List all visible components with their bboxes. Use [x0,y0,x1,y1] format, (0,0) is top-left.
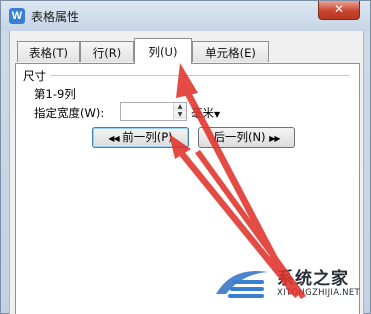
window-title: 表格属性 [31,10,80,24]
wps-writer-icon: W [9,8,25,24]
close-button[interactable]: ✕ [318,1,360,20]
close-icon: ✕ [333,2,345,16]
title-bar[interactable]: W 表格属性 ✕ [1,1,370,31]
width-spinbox[interactable]: ▲ ▼ [120,102,187,121]
column-range-label: 第1-9列 [34,87,76,101]
unit-label: 毫米 [191,106,214,120]
specify-width-label: 指定宽度(W): [34,106,105,120]
caret-down-icon: ▼ [214,110,221,119]
triangle-down-icon[interactable]: ▼ [174,111,186,119]
tab-column[interactable]: 列(U) [134,38,192,64]
tab-cell[interactable]: 单元格(E) [192,41,269,62]
double-right-arrow-icon: ▶▶ [269,134,280,143]
group-divider [50,75,350,76]
next-column-button[interactable]: 后一列(N) ▶▶ [198,127,295,148]
watermark-logo [216,270,268,298]
previous-column-button[interactable]: ◀◀ 前一列(P) [92,127,189,148]
watermark-url: XITONGZHIJIA.NET [277,288,360,298]
previous-column-label: 前一列(P) [122,130,173,144]
tab-table[interactable]: 表格(T) [17,41,80,62]
size-group-title: 尺寸 [23,69,46,83]
tab-row[interactable]: 行(R) [80,41,134,62]
watermark-title: 系统之家 [277,269,349,289]
triangle-up-icon[interactable]: ▲ [174,103,186,111]
double-left-arrow-icon: ◀◀ [108,134,119,143]
unit-dropdown[interactable]: 毫米▼ [191,105,220,121]
spin-arrows: ▲ ▼ [173,103,186,120]
next-column-label: 后一列(N) [213,130,266,144]
